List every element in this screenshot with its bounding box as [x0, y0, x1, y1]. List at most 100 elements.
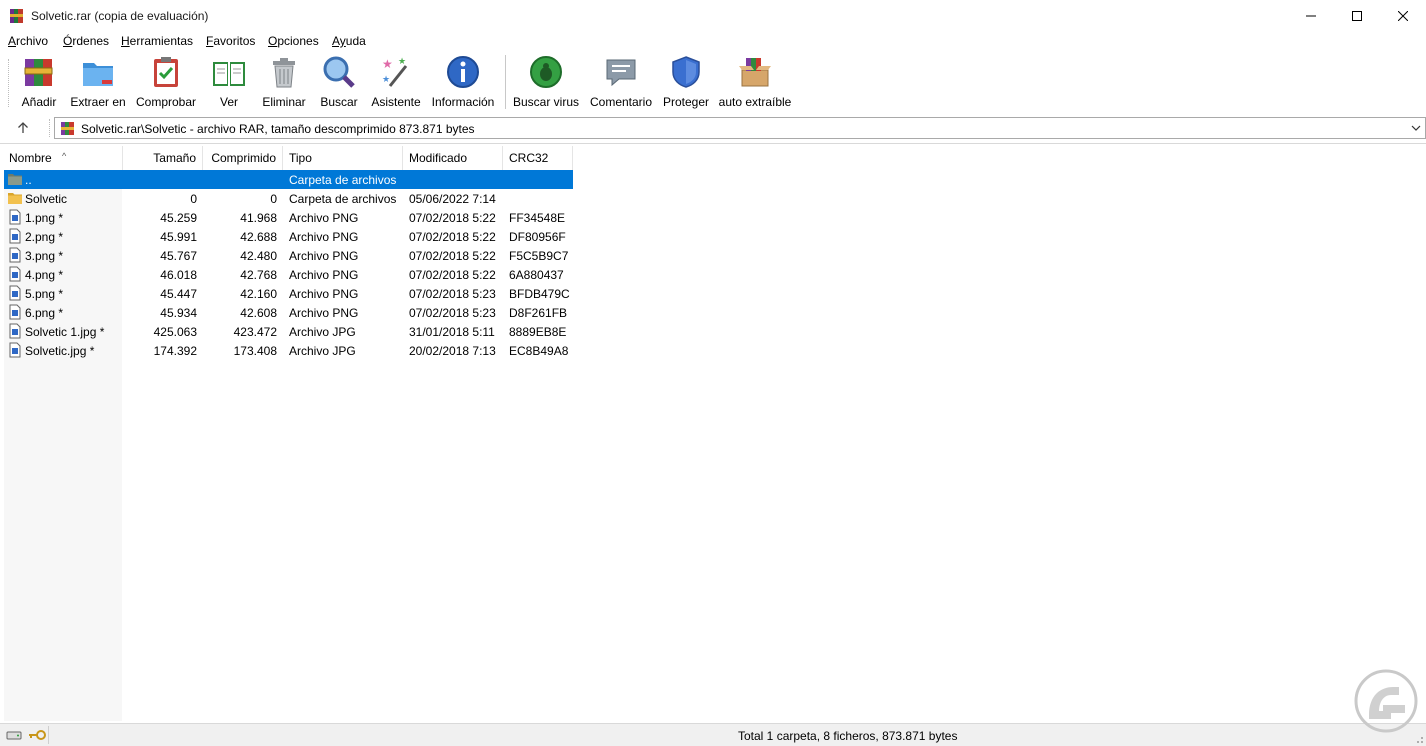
- test-button[interactable]: Comprobar: [134, 54, 198, 112]
- sfx-button[interactable]: auto extraíble: [718, 54, 792, 112]
- svg-text:★: ★: [398, 56, 406, 66]
- image-file-icon: [9, 285, 21, 301]
- file-row[interactable]: Solvetic 1.jpg * 425.063 423.472 Archivo JP…: [4, 322, 573, 341]
- info-button[interactable]: Información: [430, 54, 496, 112]
- file-crc: D8F261FB: [509, 306, 568, 320]
- file-name: Solvetic.jpg *: [25, 344, 95, 358]
- file-row[interactable]: 4.png * 46.018 42.768 Archivo PNG 07/02/2018…: [4, 265, 573, 284]
- key-icon[interactable]: [28, 729, 46, 741]
- column-header-packed[interactable]: Comprimido: [203, 146, 283, 170]
- file-modified: 07/02/2018 5:22: [409, 211, 496, 225]
- file-packed-size: 42.160: [240, 287, 277, 301]
- delete-button[interactable]: Eliminar: [260, 54, 308, 112]
- menu-ayuda[interactable]: Ayuda: [332, 34, 366, 48]
- title-bar: Solvetic.rar (copia de evaluación): [0, 0, 1426, 32]
- winrar-app-icon: [10, 9, 23, 23]
- column-header-size[interactable]: Tamaño: [123, 146, 203, 170]
- add-button[interactable]: Añadir: [19, 54, 59, 112]
- image-file-icon: [9, 247, 21, 263]
- file-type: Carpeta de archivos: [289, 192, 397, 206]
- file-name: Solvetic 1.jpg *: [25, 325, 105, 339]
- file-crc: FF34548E: [509, 211, 566, 225]
- file-name: 4.png *: [25, 268, 64, 282]
- info-icon: [447, 56, 479, 88]
- file-packed-size: 42.688: [240, 230, 277, 244]
- status-bar: Total 1 carpeta, 8 ficheros, 873.871 byt…: [0, 723, 1426, 746]
- address-path: Solvetic.rar\Solvetic - archivo RAR, tam…: [81, 122, 475, 136]
- virus-bug-icon: [530, 56, 562, 88]
- file-type: Carpeta de archivos: [289, 173, 397, 187]
- address-grip: [49, 119, 50, 137]
- file-size: 174.392: [153, 344, 197, 358]
- file-type: Archivo PNG: [289, 287, 359, 301]
- svg-text:★: ★: [382, 57, 393, 71]
- column-header-crc[interactable]: CRC32: [503, 146, 573, 170]
- file-row[interactable]: 6.png * 45.934 42.608 Archivo PNG 07/02/2018…: [4, 303, 573, 322]
- file-modified: 07/02/2018 5:22: [409, 230, 496, 244]
- file-type: Archivo PNG: [289, 268, 359, 282]
- image-file-icon: [9, 228, 21, 244]
- file-name: ..: [25, 173, 32, 187]
- address-bar[interactable]: Solvetic.rar\Solvetic - archivo RAR, tam…: [54, 117, 1426, 139]
- file-type: Archivo PNG: [289, 230, 359, 244]
- file-crc: DF80956F: [509, 230, 566, 244]
- file-type: Archivo PNG: [289, 306, 359, 320]
- file-crc: 6A880437: [509, 268, 564, 282]
- file-row[interactable]: 3.png * 45.767 42.480 Archivo PNG 07/02/2018…: [4, 246, 573, 265]
- window-title: Solvetic.rar (copia de evaluación): [31, 9, 209, 23]
- file-crc: BFDB479C: [509, 287, 570, 301]
- image-file-icon: [9, 304, 21, 320]
- close-button[interactable]: [1380, 0, 1426, 32]
- file-name: 6.png *: [25, 306, 64, 320]
- view-button[interactable]: Ver: [206, 54, 252, 112]
- menu-bar: Archivo Órdenes Herramientas Favoritos O…: [0, 32, 1426, 50]
- file-modified: 07/02/2018 5:22: [409, 249, 496, 263]
- drive-icon[interactable]: [6, 729, 22, 741]
- find-button[interactable]: Buscar: [318, 54, 360, 112]
- file-modified: 07/02/2018 5:23: [409, 287, 496, 301]
- close-icon: [1398, 11, 1408, 21]
- minimize-button[interactable]: [1288, 0, 1334, 32]
- menu-herramientas[interactable]: Herramientas: [121, 34, 193, 48]
- menu-favoritos[interactable]: Favoritos: [206, 34, 255, 48]
- file-crc: F5C5B9C7: [509, 249, 569, 263]
- file-size: 45.991: [160, 230, 197, 244]
- column-header-modified[interactable]: Modificado: [403, 146, 503, 170]
- image-file-icon: [9, 266, 21, 282]
- wizard-button[interactable]: ★ ★ ★ Asistente: [369, 54, 423, 112]
- image-file-icon: [9, 209, 21, 225]
- svg-text:★: ★: [382, 74, 390, 84]
- chevron-down-icon[interactable]: [1411, 123, 1421, 133]
- file-modified: 31/01/2018 5:11: [409, 325, 495, 339]
- file-size: 45.934: [160, 306, 197, 320]
- file-row[interactable]: .. Carpeta de archivos: [4, 170, 573, 189]
- protect-button[interactable]: Proteger: [662, 54, 710, 112]
- magic-wand-icon: ★ ★ ★: [382, 56, 408, 87]
- comment-button[interactable]: Comentario: [588, 54, 654, 112]
- up-folder-button[interactable]: [12, 118, 34, 138]
- column-header-name[interactable]: ^ Nombre: [4, 146, 123, 170]
- file-packed-size: 423.472: [233, 325, 277, 339]
- file-size: 46.018: [160, 268, 197, 282]
- menu-opciones[interactable]: Opciones: [268, 34, 319, 48]
- file-row[interactable]: 2.png * 45.991 42.688 Archivo PNG 07/02/2018…: [4, 227, 573, 246]
- parent-folder-icon: [8, 174, 22, 185]
- menu-archivo[interactable]: Archivo: [8, 34, 48, 48]
- rar-archive-icon: [61, 122, 74, 135]
- maximize-button[interactable]: [1334, 0, 1380, 32]
- file-type: Archivo JPG: [289, 344, 356, 358]
- file-name: Solvetic: [25, 192, 68, 206]
- file-row[interactable]: 5.png * 45.447 42.160 Archivo PNG 07/02/2018…: [4, 284, 573, 303]
- extract-button[interactable]: Extraer en: [70, 54, 126, 112]
- watermark-logo: [1354, 669, 1418, 733]
- virus-scan-button[interactable]: Buscar virus: [513, 54, 579, 112]
- file-row[interactable]: Solvetic 0 0 Carpeta de archivos 05/06/2022 …: [4, 189, 573, 208]
- magnifier-icon: [323, 56, 355, 88]
- file-modified: 05/06/2022 7:14: [409, 192, 496, 206]
- file-crc: EC8B49A8: [509, 344, 569, 358]
- menu-ordenes[interactable]: Órdenes: [63, 34, 109, 48]
- file-row[interactable]: 1.png * 45.259 41.968 Archivo PNG 07/02/2018…: [4, 208, 573, 227]
- file-row[interactable]: Solvetic.jpg * 174.392 173.408 Archivo JPG 2…: [4, 341, 573, 360]
- column-header-type[interactable]: Tipo: [283, 146, 403, 170]
- test-clipboard-icon: [154, 57, 178, 87]
